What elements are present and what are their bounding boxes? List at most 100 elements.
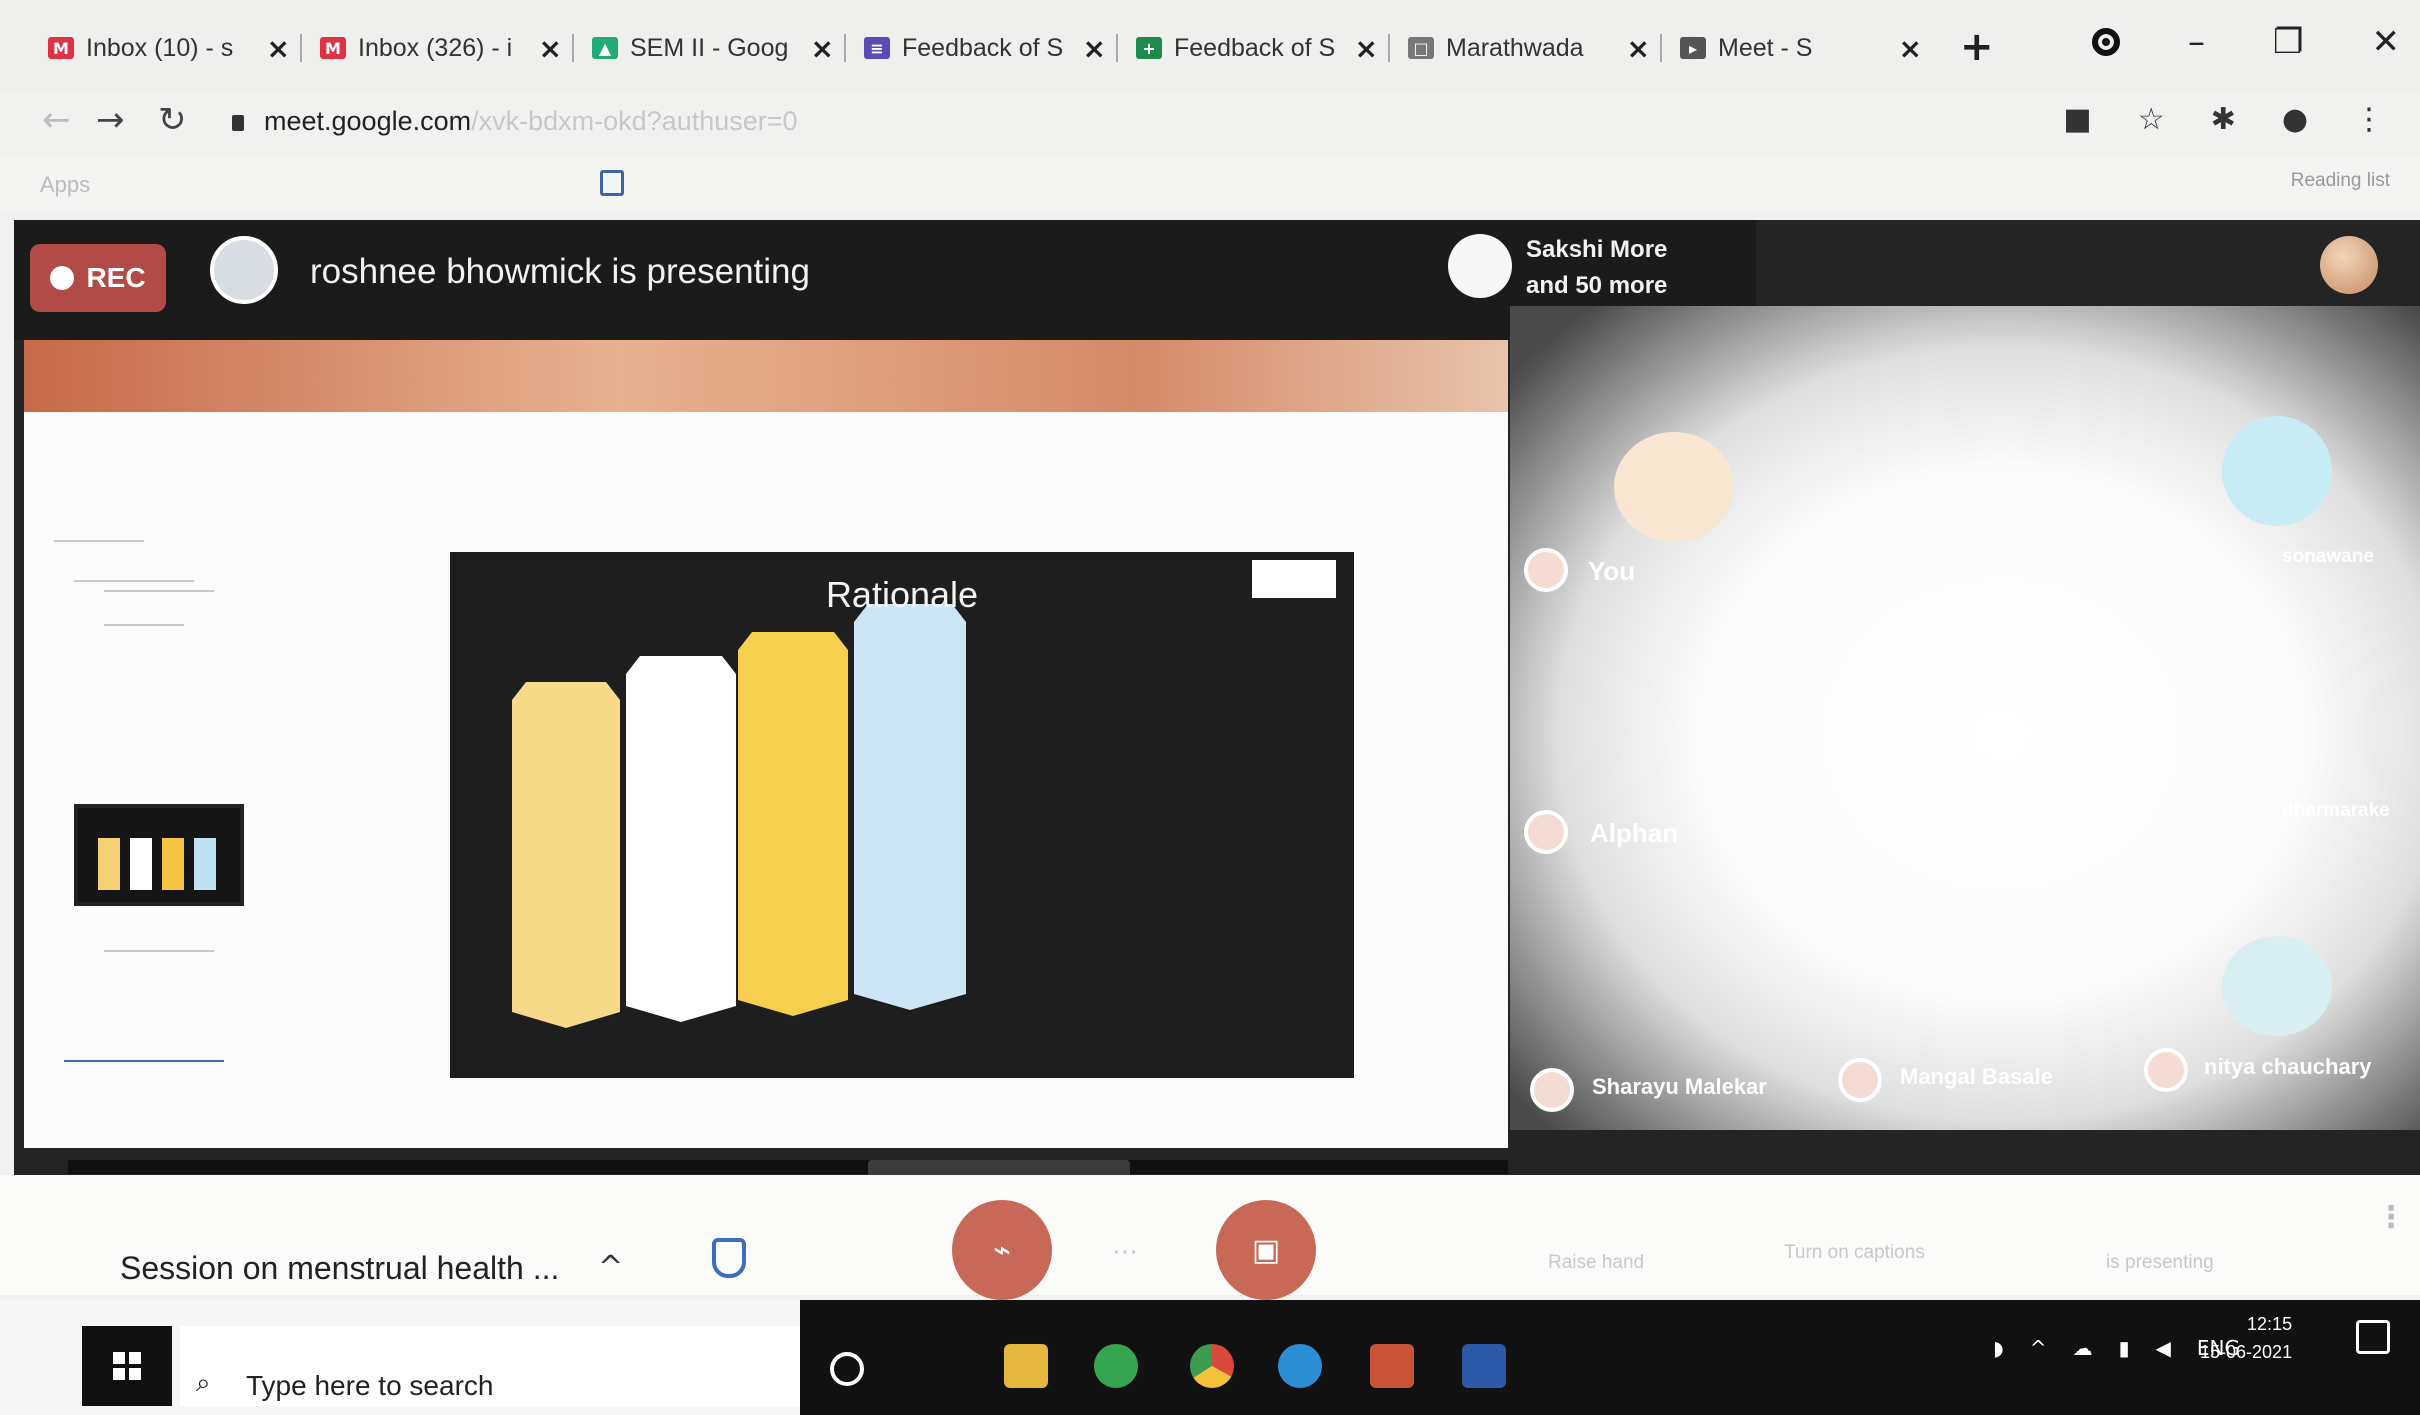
browser-tab-strip: M Inbox (10) - s × M Inbox (326) - i × ▲ SEM II… (0, 0, 2420, 92)
tab-title: Inbox (10) - s (86, 33, 234, 62)
slide-thumbnail-active[interactable] (74, 804, 244, 906)
browser-tab[interactable]: ≡ Feedback of S × (846, 22, 1118, 74)
shield-icon[interactable] (712, 1238, 746, 1278)
slide-thumbnail-pane (44, 440, 304, 1140)
address-bar: ← → ↻ meet.google.com/xvk-bdxm-okd?authu… (0, 92, 2420, 154)
chevron-up-icon[interactable]: ^ (2030, 1336, 2047, 1360)
restore-icon[interactable]: ❐ (2273, 22, 2303, 62)
browser-tab[interactable]: + Feedback of S × (1118, 22, 1390, 74)
battery-icon[interactable]: ▮ (2118, 1336, 2129, 1360)
participant-tile (2222, 416, 2332, 526)
screen: M Inbox (10) - s × M Inbox (326) - i × ▲ SEM II… (0, 0, 2420, 1415)
participant-name: dharmarake (2282, 800, 2390, 821)
browser-tab[interactable]: M Inbox (326) - i × (302, 22, 574, 74)
start-button[interactable] (82, 1326, 172, 1406)
slide-logo (1252, 560, 1336, 598)
tab-favicon-icon: ▲ (592, 37, 618, 59)
network-icon[interactable]: ◗ (1993, 1336, 2004, 1360)
camera-off-button[interactable]: ▣ (1216, 1200, 1316, 1300)
participant-avatar (1530, 1068, 1574, 1112)
tab-close-icon[interactable]: × (267, 32, 290, 65)
tab-favicon-icon: ≡ (864, 37, 890, 59)
search-placeholder[interactable]: Type here to search (246, 1370, 493, 1402)
participant-name: Sharayu Malekar (1592, 1074, 1767, 1099)
meeting-title[interactable]: Session on menstrual health ... (120, 1250, 559, 1287)
participant-avatar (1524, 548, 1568, 592)
url-field[interactable]: meet.google.com/xvk-bdxm-okd?authuser=0 (232, 106, 798, 137)
slide-shape (854, 604, 966, 1010)
reload-icon[interactable]: ↻ (158, 100, 187, 140)
lock-icon (232, 114, 244, 131)
apps-bookmark[interactable]: Apps (40, 172, 90, 198)
tab-title: Inbox (326) - i (358, 33, 513, 62)
browser-tab[interactable]: ▲ SEM II - Goog × (574, 22, 846, 74)
participant-avatar (1524, 810, 1568, 854)
browser-tab[interactable]: M Inbox (10) - s × (30, 22, 302, 74)
reading-list-button[interactable]: Reading list (2291, 170, 2390, 192)
search-icon: ⌕ (196, 1368, 211, 1398)
camera-icon[interactable]: ■ (2063, 102, 2091, 137)
tab-close-icon[interactable]: × (811, 32, 834, 65)
participant-summary-count: and 50 more (1526, 272, 1668, 299)
tab-list: M Inbox (10) - s × M Inbox (326) - i × ▲ SEM II… (30, 22, 1934, 74)
whatsapp-icon[interactable] (1094, 1344, 1138, 1388)
presenter-status: roshnee bhowmick is presenting (310, 252, 810, 291)
thumb-bar (162, 838, 184, 890)
tab-close-icon[interactable]: × (1627, 32, 1650, 65)
tab-close-icon[interactable]: × (539, 32, 562, 65)
chrome-icon[interactable] (1190, 1344, 1234, 1388)
more-icon[interactable]: ⋮ (2376, 1200, 2406, 1235)
profile-avatar-icon[interactable]: ● (2282, 102, 2308, 137)
participant-tile (2222, 936, 2332, 1036)
slide-shape (738, 632, 848, 1016)
tab-close-icon[interactable]: × (1899, 32, 1922, 65)
participant-summary-name: Sakshi More (1526, 236, 1668, 263)
back-icon[interactable]: ← (42, 100, 71, 140)
more-options-icon[interactable]: ⋯ (1112, 1236, 1138, 1267)
self-avatar[interactable] (2320, 236, 2378, 294)
chevron-up-icon[interactable]: ^ (598, 1250, 623, 1285)
browser-tab[interactable]: ▸ Meet - S × (1662, 22, 1934, 74)
thumb-line (54, 540, 144, 542)
participant-avatar (1838, 1058, 1882, 1102)
thumb-bar (194, 838, 216, 890)
thumb-bar (130, 838, 152, 890)
word-icon[interactable] (1462, 1344, 1506, 1388)
close-window-icon[interactable]: ✕ (2372, 22, 2401, 62)
tab-favicon-icon: □ (1408, 37, 1434, 59)
new-tab-button[interactable]: + (1960, 24, 1994, 70)
menu-icon[interactable]: ⋮ (2354, 102, 2384, 137)
notification-icon[interactable] (2356, 1320, 2390, 1354)
bookmark-icon[interactable] (600, 170, 624, 196)
url-host: meet.google.com (264, 106, 472, 136)
tab-title: Feedback of S (1174, 33, 1336, 62)
tab-close-icon[interactable]: × (1083, 32, 1106, 65)
tab-title: Marathwada (1446, 33, 1584, 62)
rec-label: REC (86, 262, 146, 293)
participant-summary[interactable]: Sakshi More and 50 more (1526, 232, 1667, 304)
present-now-button[interactable]: is presenting (2106, 1252, 2214, 1274)
tab-close-icon[interactable]: × (1355, 32, 1378, 65)
chrome-profile-icon[interactable] (2092, 28, 2121, 56)
extensions-icon[interactable]: ✱ (2211, 102, 2236, 137)
window-controls: – ❐ ✕ (2092, 22, 2400, 62)
volume-icon[interactable]: ◀ (2156, 1336, 2171, 1360)
clock[interactable]: 12:15 15-06-2021 (2200, 1310, 2292, 1366)
browser-tab[interactable]: □ Marathwada × (1390, 22, 1662, 74)
edge-icon[interactable] (1278, 1344, 1322, 1388)
cortana-icon[interactable] (830, 1352, 864, 1386)
cloud-icon[interactable]: ☁ (2072, 1336, 2092, 1360)
bookmarks-bar: Apps Reading list (0, 154, 2420, 212)
mic-off-button[interactable]: ⌁ (952, 1200, 1052, 1300)
windows-icon (113, 1352, 141, 1380)
tab-title: Feedback of S (902, 33, 1064, 62)
minimize-icon[interactable]: – (2188, 22, 2205, 62)
captions-button[interactable]: Turn on captions (1784, 1242, 1925, 1264)
bookmark-star-icon[interactable]: ☆ (2138, 102, 2165, 137)
raise-hand-button[interactable]: Raise hand (1548, 1252, 1644, 1274)
file-explorer-icon[interactable] (1004, 1344, 1048, 1388)
recording-badge: REC (30, 244, 166, 312)
forward-icon[interactable]: → (96, 100, 125, 140)
thumb-line (74, 580, 194, 582)
powerpoint-icon[interactable] (1370, 1344, 1414, 1388)
